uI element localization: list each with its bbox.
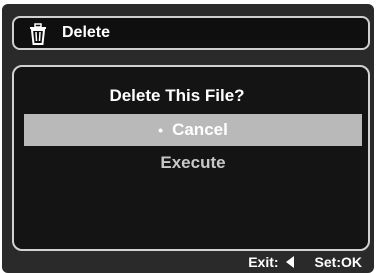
footer-hints: Exit: Set:OK [248,253,362,271]
trash-icon [30,23,46,45]
left-arrow-icon [285,256,294,268]
header-bar: Delete [12,16,370,50]
dialog-question: Delete This File? [109,86,245,105]
delete-dialog: Delete This File? • Cancel Execute [12,65,370,251]
camera-screen: Delete Delete This File? • Cancel Execute… [2,4,374,273]
header-title: Delete [62,24,111,41]
option-execute[interactable]: Execute [24,147,362,179]
selection-bullet: • [158,122,164,138]
option-cancel[interactable]: • Cancel [24,114,362,146]
option-cancel-label: Cancel [172,120,228,139]
set-ok-label: Set:OK [314,254,362,270]
exit-label: Exit: [248,254,279,270]
option-execute-label: Execute [160,153,226,172]
